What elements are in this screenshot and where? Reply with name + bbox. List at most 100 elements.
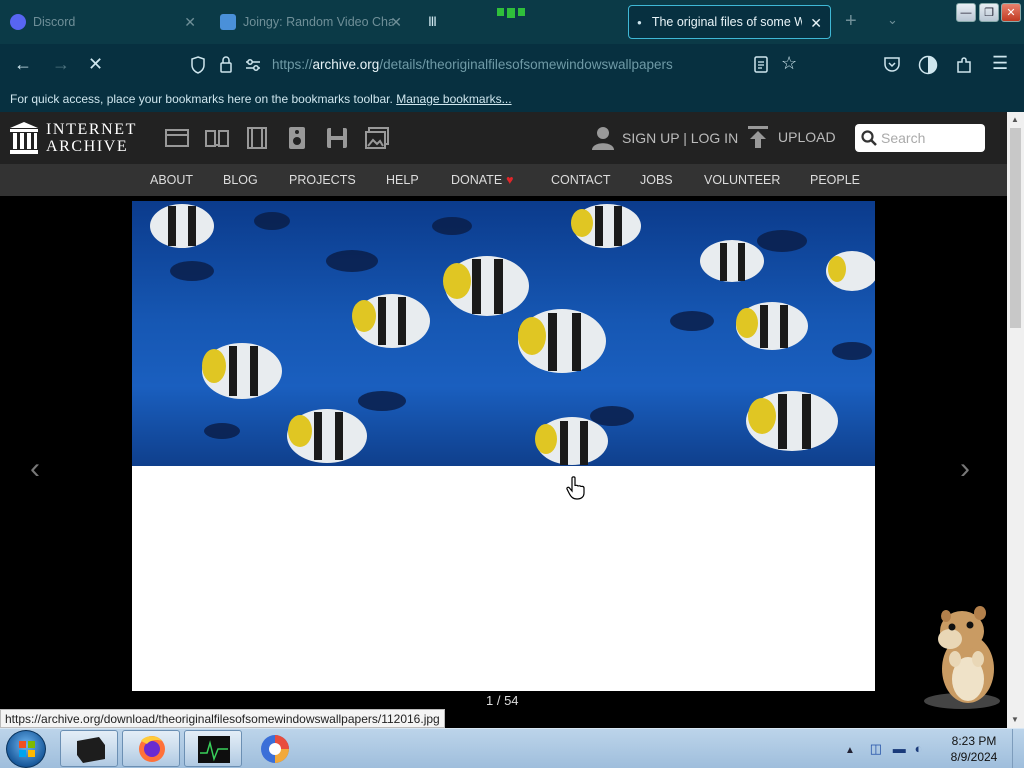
resource-monitor-icon [198,736,230,763]
taskbar-firefox[interactable] [122,730,180,767]
nav-blog[interactable]: BLOG [223,173,258,187]
archive-search-box[interactable] [855,124,985,152]
browser-nav-bar: ← → ✕ https://archive.org/details/theori… [0,44,1024,86]
desktop-screen: Discord ✕ Joingy: Random Video Chat ✕ Ⅲ … [0,0,1024,768]
list-all-tabs-button[interactable]: ⌄ [887,12,898,28]
extensions-puzzle-icon[interactable] [955,56,973,74]
tracking-shield-icon[interactable] [190,56,206,74]
nav-jobs[interactable]: JOBS [640,173,673,187]
fish-wallpaper-image[interactable] [132,201,875,466]
upload-arrow-icon [748,126,768,148]
close-tab-icon[interactable]: ✕ [390,14,402,31]
minimize-button[interactable]: — [956,3,976,22]
audio-speaker-icon[interactable] [285,126,309,150]
menu-hamburger-icon[interactable]: ☰ [992,53,1008,74]
sign-up-log-in-label: SIGN UP | LOG IN [622,130,739,146]
stop-loading-icon[interactable]: ✕ [88,54,103,75]
hamster-desktop-pet-icon[interactable] [920,601,1005,711]
hand-cursor-icon [566,476,585,500]
url-path: /details/theoriginalfilesofsomewindowswa… [379,57,673,72]
tab-joingy[interactable]: Joingy: Random Video Chat ✕ [214,5,410,39]
web-icon[interactable] [165,126,189,150]
upload-label: UPLOAD [778,129,836,145]
image-viewer: ‹ › 1 / 54 [0,196,1007,711]
permissions-icon[interactable] [245,58,261,72]
discord-icon [10,14,26,30]
nav-donate[interactable]: DONATE ♥ [451,173,514,187]
tab-label: Discord [33,15,76,29]
scroll-down-arrow-icon[interactable]: ▼ [1011,715,1019,724]
bookmarks-toolbar: For quick access, place your bookmarks h… [0,86,1024,112]
nav-volunteer[interactable]: VOLUNTEER [704,173,780,187]
taskbar-clock[interactable]: 8:23 PM 8/9/2024 [944,733,1004,765]
page-scrollbar[interactable]: ▲ ▼ [1007,112,1024,728]
next-image-arrow-icon[interactable]: › [960,452,970,486]
tray-display-icon[interactable]: ▬ [893,741,906,756]
archive-favicon-icon: Ⅲ [428,14,437,29]
search-icon[interactable] [861,130,877,146]
manage-bookmarks-link[interactable]: Manage bookmarks... [396,92,511,106]
tray-network-icon[interactable]: ◫ [870,741,882,756]
image-counter: 1 / 54 [486,693,519,708]
system-tray: ▲ ◫ ▬ ◐ [845,741,922,757]
show-hidden-icons-icon[interactable]: ▲ [845,745,855,756]
extension-circle-icon[interactable] [918,55,938,75]
url-host: archive.org [312,57,380,72]
back-arrow-icon[interactable]: ← [14,54,32,75]
tab-label: Joingy: Random Video Chat [243,15,393,29]
images-gallery-icon[interactable] [365,126,389,150]
windows-logo-icon [19,741,35,757]
pocket-icon[interactable] [883,56,901,73]
nav-projects[interactable]: PROJECTS [289,173,356,187]
sign-up-log-in-link[interactable]: SIGN UP | LOG IN [592,126,738,150]
loading-dot-icon: ● [637,17,642,27]
software-floppy-icon[interactable] [325,126,349,150]
joingy-icon [220,14,236,30]
link-status-bar: https://archive.org/download/theoriginal… [0,709,445,728]
bookmark-star-icon[interactable]: ☆ [781,53,797,74]
nav-people[interactable]: PEOPLE [810,173,860,187]
taskbar-monitor-app[interactable] [184,730,242,767]
fish-school-illustration [150,204,875,465]
archive-logo-icon[interactable] [10,122,38,154]
tab-label: The original files of some W [651,15,802,29]
upload-link[interactable]: UPLOAD [748,126,836,148]
tray-volume-icon[interactable]: ◐ [915,741,923,756]
previous-image-arrow-icon[interactable]: ‹ [30,452,40,486]
user-icon [592,127,614,150]
maximize-button[interactable]: ❐ [979,3,999,22]
close-window-button[interactable]: ✕ [1001,3,1021,22]
nav-donate-label: DONATE [451,173,503,187]
dark-box-app-icon [77,737,105,763]
nav-contact[interactable]: CONTACT [551,173,611,187]
tab-discord[interactable]: Discord ✕ [4,5,204,39]
extension-badge-icon [497,8,525,18]
reader-view-icon[interactable] [754,56,768,73]
show-desktop-button[interactable] [1012,729,1024,768]
close-tab-icon[interactable]: ✕ [184,14,196,31]
clock-time: 8:23 PM [951,734,997,748]
taskbar-colorful-app-icon[interactable] [256,732,294,766]
scroll-up-arrow-icon[interactable]: ▲ [1011,115,1019,124]
taskbar-app-1[interactable] [60,730,118,767]
start-button[interactable] [6,730,46,768]
tab-active-original-files[interactable]: ● The original files of some W ✕ [628,5,831,39]
search-input[interactable] [881,128,979,148]
texts-book-icon[interactable] [205,126,229,150]
archive-logo-text[interactable]: INTERNET ARCHIVE [46,121,137,155]
video-film-icon[interactable] [245,126,269,150]
address-bar[interactable]: https://archive.org/details/theoriginalf… [272,57,673,72]
nav-about[interactable]: ABOUT [150,173,193,187]
lock-icon[interactable] [219,56,233,73]
close-tab-icon[interactable]: ✕ [810,15,822,32]
nav-help[interactable]: HELP [386,173,419,187]
forward-arrow-icon[interactable]: → [52,54,70,75]
tab-internet-archive[interactable]: Ⅲ [424,5,484,39]
scrollbar-thumb[interactable] [1010,128,1021,328]
archive-header: INTERNET ARCHIVE SIGN UP | LOG IN UPLOAD… [0,112,1007,164]
new-tab-button[interactable]: + [845,10,857,33]
bookmarks-hint-text: For quick access, place your bookmarks h… [10,92,393,106]
heart-icon: ♥ [506,173,514,187]
url-scheme: https:// [272,57,313,72]
clock-date: 8/9/2024 [950,750,998,764]
